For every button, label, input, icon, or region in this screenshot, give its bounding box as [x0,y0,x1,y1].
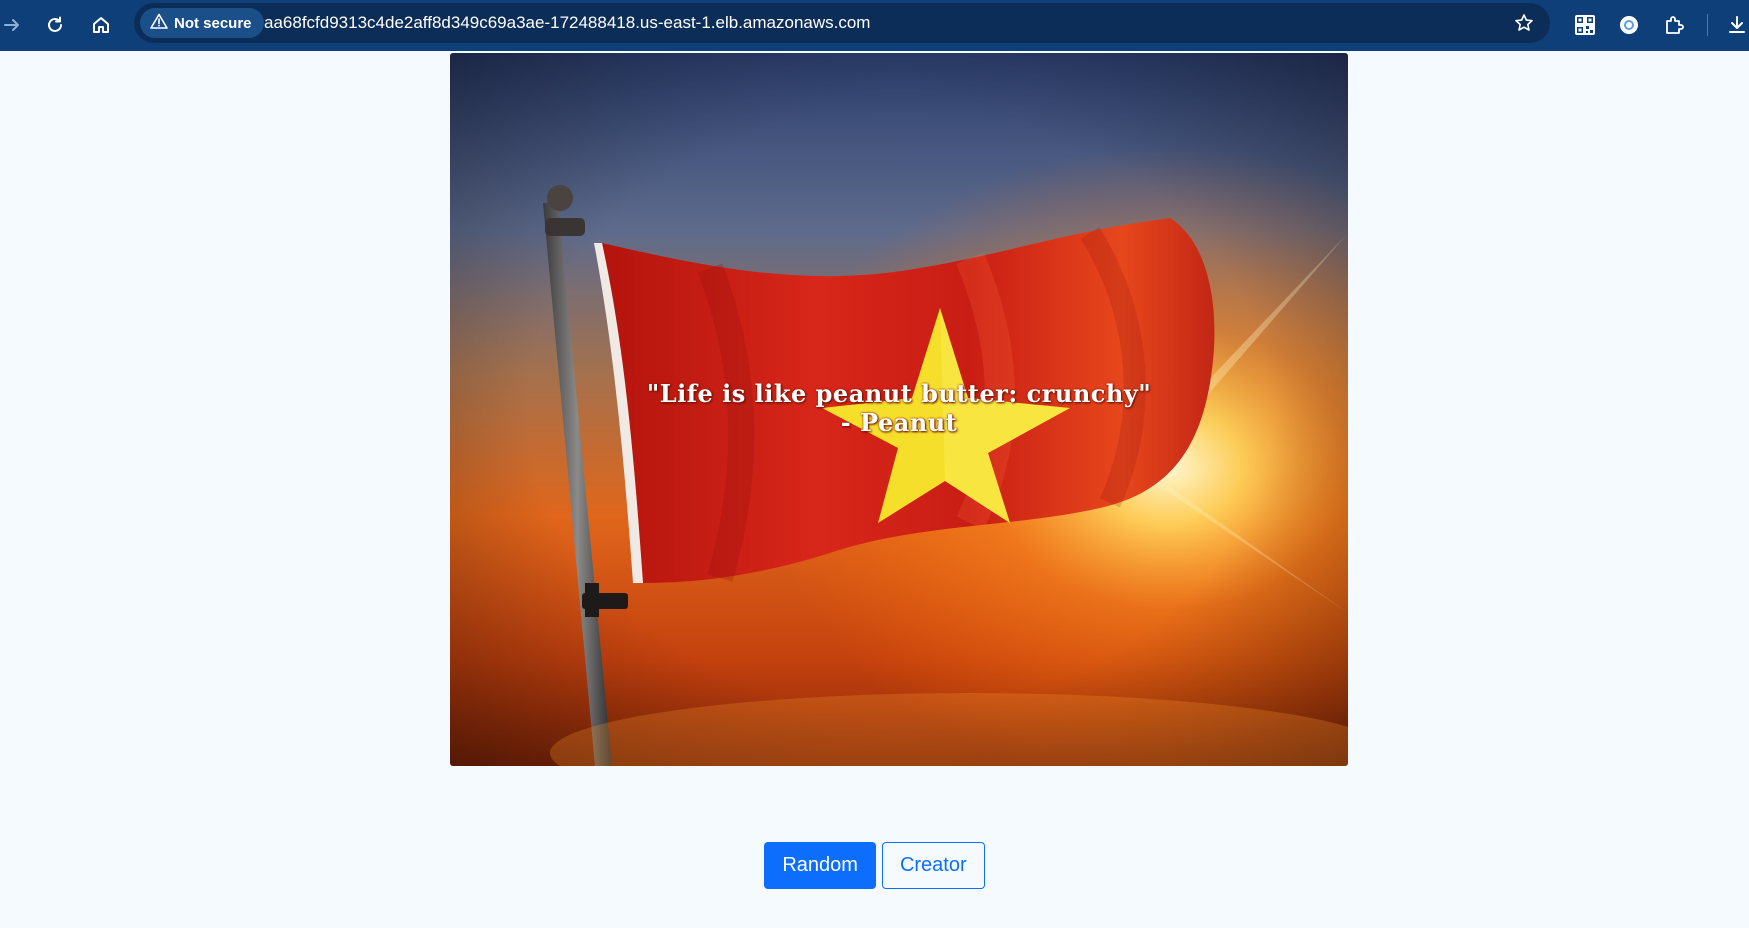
toolbar-divider [1707,14,1708,36]
random-button[interactable]: Random [764,842,876,889]
quote-image: "Life is like peanut butter: crunchy" - … [450,53,1348,766]
quote-line: "Life is like peanut butter: crunchy" [646,379,1152,408]
address-bar[interactable]: Not secure aa68fcfd9313c4de2aff8d349c69a… [134,3,1550,43]
quote-author: - Peanut [840,408,958,437]
url-text[interactable]: aa68fcfd9313c4de2aff8d349c69a3ae-1724884… [264,3,870,43]
security-label: Not secure [174,14,252,32]
action-buttons: Random Creator [0,842,1749,889]
home-icon[interactable] [81,5,121,45]
qr-code-icon[interactable] [1565,5,1605,45]
download-icon[interactable] [1717,5,1749,45]
browser-toolbar: Not secure aa68fcfd9313c4de2aff8d349c69a… [0,0,1749,51]
reload-icon[interactable] [35,5,75,45]
security-indicator[interactable]: Not secure [140,8,264,38]
puzzle-icon[interactable] [1654,5,1694,45]
extension-circle-icon[interactable] [1609,5,1649,45]
warning-icon [150,13,168,33]
quote-text: "Life is like peanut butter: crunchy" - … [450,379,1348,437]
bookmark-star-icon[interactable] [1508,7,1540,39]
forward-arrow-icon[interactable] [0,5,32,45]
creator-button[interactable]: Creator [881,842,985,889]
